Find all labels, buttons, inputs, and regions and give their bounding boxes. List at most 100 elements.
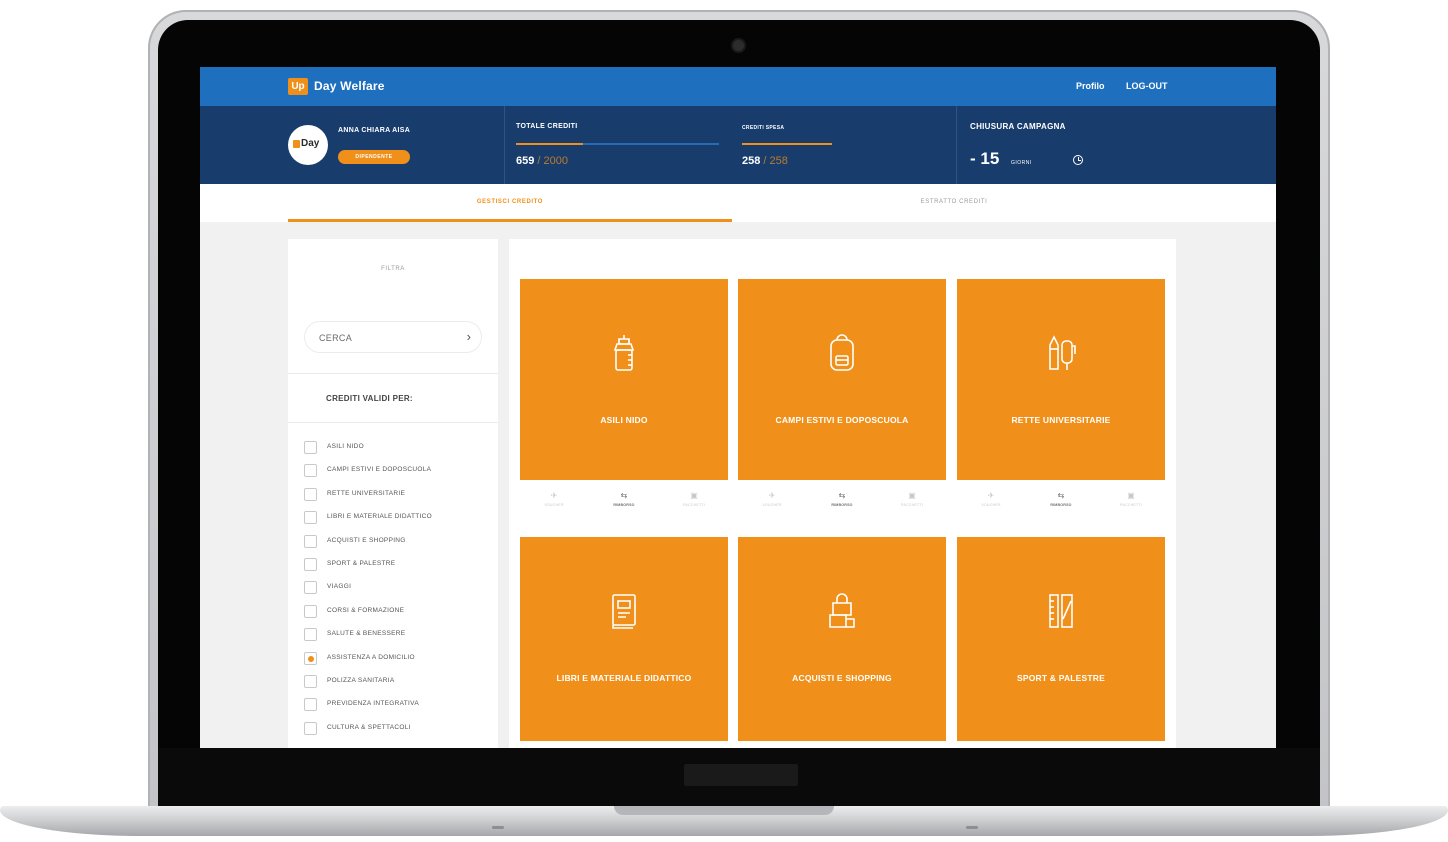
service-card-title: LIBRI E MATERIALE DIDATTICO (556, 673, 692, 683)
total-credits-progress (516, 143, 719, 145)
category-label: CULTURA & SPETTACOLI (327, 723, 411, 731)
service-option-label: RIMBORSO (613, 503, 635, 507)
category-label: SALUTE & BENESSERE (327, 630, 406, 638)
category-filter-item[interactable]: ACQUISTI E SHOPPING (304, 534, 494, 550)
category-filter-item[interactable]: SPORT & PALESTRE (304, 557, 494, 573)
category-checkbox[interactable] (304, 487, 317, 501)
category-filter-item[interactable]: CORSI & FORMAZIONE (304, 604, 494, 620)
category-checkbox[interactable] (304, 628, 317, 642)
profile-link[interactable]: Profilo (1076, 81, 1105, 91)
service-card-sport[interactable]: SPORT & PALESTRE (957, 537, 1165, 741)
total-credits-progress-fill (516, 143, 583, 145)
services-panel: ASILI NIDO CAMPI ESTIVI E DOPOSCUOLA RET… (509, 239, 1176, 748)
webcam-icon (733, 40, 744, 51)
category-checkbox[interactable] (304, 511, 317, 525)
search-input[interactable]: CERCA › (304, 321, 482, 353)
service-card-rette-universitarie[interactable]: RETTE UNIVERSITARIE (957, 279, 1165, 480)
book-icon (612, 594, 636, 629)
tab-manage-credit[interactable]: GESTISCI CREDITO (288, 184, 732, 222)
service-option-pacchetti[interactable]: ▣ PACCHETTI (1097, 491, 1165, 507)
category-checkbox[interactable] (304, 675, 317, 688)
summary-divider (956, 106, 957, 184)
category-checkbox[interactable] (304, 604, 317, 618)
top-navigation-bar: Up Day Welfare Profilo LOG-OUT (200, 67, 1276, 106)
user-name: ANNA CHIARA AISA (338, 127, 411, 134)
spent-credits-current: 258 (742, 155, 761, 167)
logout-link[interactable]: LOG-OUT (1126, 81, 1168, 91)
category-label: PREVIDENZA INTEGRATIVA (327, 700, 419, 708)
category-filter-item[interactable]: PREVIDENZA INTEGRATIVA (304, 697, 494, 713)
credits-summary-bar (200, 106, 1276, 184)
spent-credits-max: / 258 (760, 155, 788, 167)
category-filter-item[interactable]: RETTE UNIVERSITARIE (304, 487, 494, 503)
service-options-row: ✈ VOUCHER ⇆ RIMBORSO ▣ PACCHETTI ✈ VOUCHER ⇆ RIMB… (509, 491, 1176, 511)
package-icon: ▣ (1127, 491, 1135, 500)
category-checkbox[interactable] (304, 441, 317, 454)
category-filter-item[interactable]: CAMPI ESTIVI E DOPOSCUOLA (304, 463, 494, 479)
category-checkbox[interactable] (304, 581, 317, 595)
service-option-voucher[interactable]: ✈ VOUCHER (520, 491, 588, 507)
category-filter-item[interactable]: POLIZZA SANITARIA (304, 674, 494, 690)
sidebar-divider (288, 422, 498, 423)
service-option-label: PACCHETTI (1120, 503, 1142, 507)
category-label: ACQUISTI E SHOPPING (327, 536, 406, 544)
service-card-acquisti[interactable]: ACQUISTI E SHOPPING (738, 537, 946, 741)
tab-credit-statement[interactable]: ESTRATTO CREDITI (732, 184, 1176, 222)
category-checkbox[interactable] (304, 651, 317, 665)
category-filter-item[interactable]: LIBRI E MATERIALE DIDATTICO (304, 510, 494, 526)
voucher-icon: ✈ (768, 491, 776, 500)
category-label: CORSI & FORMAZIONE (327, 606, 405, 614)
avatar[interactable]: Day (288, 125, 328, 165)
category-label: LIBRI E MATERIALE DIDATTICO (327, 513, 433, 521)
service-option-voucher[interactable]: ✈ VOUCHER (738, 491, 806, 507)
service-card-title: ASILI NIDO (600, 415, 648, 425)
spent-credits-progress (742, 143, 832, 145)
service-option-pacchetti[interactable]: ▣ PACCHETTI (660, 491, 728, 507)
category-filter-item[interactable]: SALUTE & BENESSERE (304, 627, 494, 643)
service-option-label: RIMBORSO (1050, 503, 1072, 507)
app-screen: Up Day Welfare Profilo LOG-OUT Day ANNA … (200, 67, 1276, 748)
up-logo-icon[interactable]: Up (288, 78, 308, 95)
chevron-right-icon[interactable]: › (467, 329, 471, 344)
package-icon: ▣ (690, 491, 698, 500)
brand-name[interactable]: Day Welfare (314, 79, 385, 93)
service-card-asili-nido[interactable]: ASILI NIDO (520, 279, 728, 480)
category-checkbox[interactable] (304, 464, 317, 478)
service-option-rimborso[interactable]: ⇆ RIMBORSO (808, 491, 876, 507)
laptop-foot-right (966, 826, 978, 829)
service-card-title: SPORT & PALESTRE (1016, 673, 1106, 683)
category-filter-item[interactable]: ASSISTENZA A DOMICILIO (304, 651, 494, 667)
category-checkbox[interactable] (304, 698, 317, 712)
service-card-title: RETTE UNIVERSITARIE (1011, 415, 1111, 425)
total-credits-current: 659 (516, 155, 535, 167)
category-filter-item[interactable]: CULTURA & SPETTACOLI (304, 721, 494, 737)
role-badge: DIPENDENTE (338, 150, 410, 164)
spent-credits-progress-fill (742, 143, 832, 145)
valid-for-heading: CREDITI VALIDI PER: (326, 394, 413, 403)
category-checkbox[interactable] (304, 534, 317, 548)
baby-bottle-icon (613, 335, 635, 371)
ruler-icon (1049, 594, 1073, 628)
radio-dot-icon (308, 655, 314, 662)
spent-credits-label: CREDITI SPESA (742, 125, 785, 131)
service-option-voucher[interactable]: ✈ VOUCHER (957, 491, 1025, 507)
category-filter-item[interactable]: ASILI NIDO (304, 440, 494, 456)
voucher-icon: ✈ (550, 491, 558, 500)
category-label: ASILI NIDO (327, 443, 364, 450)
category-label: SPORT & PALESTRE (327, 560, 396, 567)
service-card-campi-estivi[interactable]: CAMPI ESTIVI E DOPOSCUOLA (738, 279, 946, 480)
service-option-rimborso[interactable]: ⇆ RIMBORSO (1027, 491, 1095, 507)
category-filter-item[interactable]: VIAGGI (304, 580, 494, 596)
category-label: VIAGGI (327, 583, 352, 591)
laptop-foot-left (492, 826, 504, 829)
service-option-label: PACCHETTI (683, 503, 705, 507)
service-card-libri[interactable]: LIBRI E MATERIALE DIDATTICO (520, 537, 728, 741)
campaign-days-remaining: - 15 (970, 149, 1000, 168)
category-checkbox[interactable] (304, 558, 317, 571)
service-option-label: VOUCHER (762, 503, 782, 507)
service-option-rimborso[interactable]: ⇆ RIMBORSO (590, 491, 658, 507)
sidebar-divider (288, 373, 498, 374)
service-option-pacchetti[interactable]: ▣ PACCHETTI (878, 491, 946, 507)
category-checkbox[interactable] (304, 721, 317, 735)
package-icon: ▣ (908, 491, 916, 500)
